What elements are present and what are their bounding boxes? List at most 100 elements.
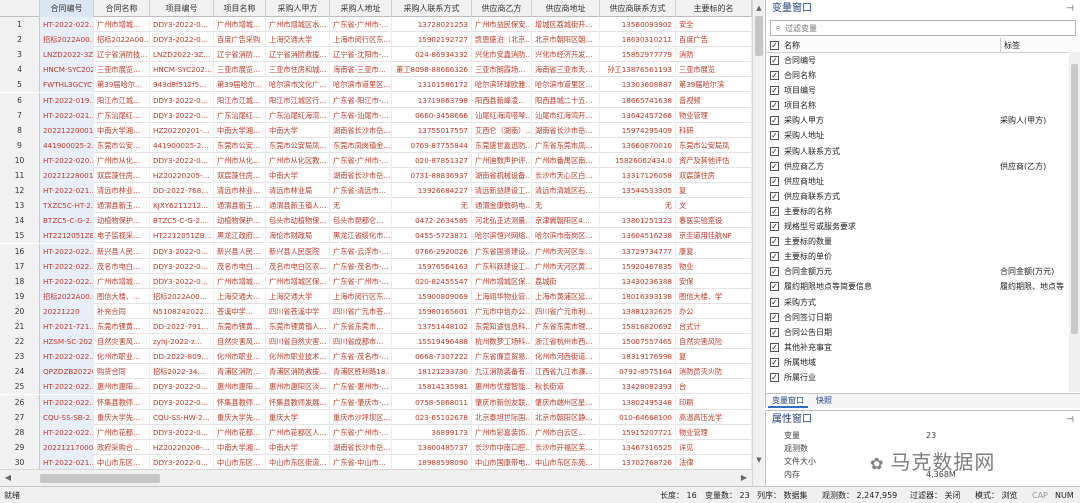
table-cell[interactable]: 广东汕尾红…	[94, 107, 150, 123]
table-cell[interactable]: 化州市河西街道…	[532, 349, 600, 365]
row-number[interactable]: 7	[0, 107, 40, 123]
table-cell[interactable]: 13467316525	[600, 439, 676, 455]
table-cell[interactable]: 购货合同	[94, 364, 150, 380]
variable-item[interactable]: ✓ 合同签订日期	[766, 310, 1080, 325]
table-cell[interactable]: 海南省-三亚市…	[330, 62, 392, 78]
variable-item[interactable]: ✓ 供应商乙方 供应商(乙方)	[766, 159, 1080, 174]
variable-checkbox[interactable]: ✓	[770, 312, 779, 322]
column-header[interactable]: 采购人甲方	[266, 0, 330, 17]
table-cell[interactable]: 惠州市惠阳…	[214, 379, 266, 395]
table-cell[interactable]: 13926684227	[392, 183, 472, 199]
table-cell[interactable]: 广东省-茂名市-…	[330, 349, 392, 365]
table-cell[interactable]: HZ20220201-…	[150, 122, 214, 138]
table-cell[interactable]: 政府采购合…	[94, 439, 150, 455]
horizontal-scroll-thumb[interactable]	[40, 474, 160, 483]
table-cell[interactable]: 秋长街道	[532, 379, 600, 395]
row-number[interactable]: 30	[0, 454, 40, 469]
table-cell[interactable]: 四川省广元市利…	[532, 303, 600, 319]
table-cell[interactable]: 010-64668100	[600, 409, 676, 425]
table-row[interactable]: 26 HT-2022-022… 怀集县教师… DDY3-2022-0… 怀集县教师… 怀集…	[0, 394, 763, 410]
table-row[interactable]: 16 HT-2022-022… 新兴县人民… DDY3-2022-0… 新兴县人民… 新兴…	[0, 243, 763, 259]
table-cell[interactable]: 东莞市锂黄镇人…	[266, 319, 330, 334]
table-cell[interactable]: 广州市天河区车…	[532, 243, 600, 259]
variable-list-scroll-thumb[interactable]	[1071, 64, 1078, 334]
table-cell[interactable]: DDY3-2022-0…	[150, 424, 214, 440]
table-cell[interactable]: HZSM-SC-202…	[40, 334, 94, 350]
table-cell[interactable]: 13729734777	[600, 243, 676, 259]
table-cell[interactable]: 兴化市经济开发…	[532, 47, 600, 63]
row-number[interactable]: 9	[0, 137, 40, 153]
variable-item[interactable]: ✓ 供应商地址	[766, 174, 1080, 189]
row-number[interactable]: 17	[0, 258, 40, 274]
table-cell[interactable]: 资产及其他评估	[676, 152, 752, 168]
variable-item[interactable]: ✓ 规格型号或服务要求	[766, 219, 1080, 234]
table-row[interactable]: 25 HT-2022-022… 惠州市惠阳… DDY3-2022-0… 惠州市惠阳… 惠州…	[0, 379, 763, 395]
table-cell[interactable]: 阳西县城二十五…	[532, 92, 600, 108]
table-cell[interactable]: 消防员灭火防	[676, 364, 752, 380]
table-cell[interactable]: 广东省-清远市…	[330, 183, 392, 199]
variable-checkbox[interactable]: ✓	[770, 267, 779, 277]
table-cell[interactable]: 广州市天河区黄…	[532, 258, 600, 274]
row-number-header[interactable]	[0, 0, 40, 17]
table-cell[interactable]: 音视频	[676, 92, 752, 108]
table-cell[interactable]: 13660870010	[600, 137, 676, 153]
table-cell[interactable]: 中山市东区街道…	[266, 454, 330, 469]
table-cell[interactable]: 惠州市优搜智能…	[472, 379, 532, 395]
table-cell[interactable]: 0668-7307222	[392, 349, 472, 365]
table-cell[interactable]: 春医实验室设	[676, 213, 752, 229]
table-cell[interactable]: HT2212051ZB…	[150, 228, 214, 244]
table-cell[interactable]: 中山市东区东苑…	[532, 454, 600, 469]
table-cell[interactable]: 海南省三亚市天…	[532, 62, 600, 78]
table-cell[interactable]: 13719863798	[392, 92, 472, 108]
table-cell[interactable]: 18319176998	[600, 349, 676, 365]
table-cell[interactable]: 广州市从化区教…	[266, 152, 330, 168]
variable-item[interactable]: ✓ 合同名称	[766, 68, 1080, 83]
variable-checkbox[interactable]: ✓	[770, 146, 779, 156]
table-row[interactable]: 5 FWTHL3GCYC… 第39届哈尔… 943d8f512f5… 第39届哈尔… 哈尔…	[0, 77, 763, 93]
table-row[interactable]: 13 TXZC5C-HT-2… 通渭县新玉… KJXY6211212… 通渭县新玉… 通渭…	[0, 198, 763, 214]
table-cell[interactable]: 长沙市天心区白…	[532, 168, 600, 183]
column-header[interactable]: 主要标的名	[676, 0, 752, 17]
table-cell[interactable]: 18988598090	[392, 454, 472, 469]
row-number[interactable]: 13	[0, 198, 40, 214]
table-cell[interactable]: 13800485737	[392, 439, 472, 455]
vertical-scroll-thumb[interactable]	[755, 16, 763, 56]
table-cell[interactable]: 茂名市电白区农…	[266, 258, 330, 274]
variable-item[interactable]: ✓ 采购人甲方 采购人(甲方)	[766, 113, 1080, 128]
row-number[interactable]: 19	[0, 288, 40, 304]
table-cell[interactable]: LNZD2022-3Z…	[40, 47, 94, 63]
table-cell[interactable]: 无	[600, 198, 676, 214]
table-cell[interactable]: 重庆大学	[266, 409, 330, 425]
table-cell[interactable]: 青浦区胜利路18…	[330, 364, 392, 380]
table-cell[interactable]: 三亚市展览	[676, 62, 752, 78]
table-cell[interactable]: 广东省-云浮市-…	[330, 243, 392, 259]
row-number[interactable]: 11	[0, 168, 40, 183]
row-number[interactable]: 6	[0, 92, 40, 108]
variable-list-scrollbar[interactable]	[1069, 52, 1080, 392]
table-row[interactable]: 24QPZDZB20220…购货合同招标2022-34…青浦区消防…青浦区消防救…	[0, 364, 763, 380]
table-cell[interactable]: 重庆大学先…	[94, 409, 150, 425]
table-cell[interactable]: HT-2022-020…	[40, 152, 94, 168]
table-cell[interactable]: DDY3-2022-0…	[150, 379, 214, 395]
table-cell[interactable]: 东莞知途信息科…	[472, 319, 532, 334]
table-cell[interactable]: 13728021253	[392, 17, 472, 32]
table-cell[interactable]: 中山市国康带电…	[472, 454, 532, 469]
table-row[interactable]: 10 HT-2022-020… 广州市从化… DDY3-2022-0… 广州市从化… 广州…	[0, 152, 763, 168]
table-cell[interactable]: 包头市动植物保…	[266, 213, 330, 229]
table-cell[interactable]: 广东省-惠州市-…	[330, 379, 392, 395]
table-cell[interactable]: 京津冀朝阳区4…	[532, 213, 600, 229]
table-cell[interactable]: 13544533305	[600, 183, 676, 199]
table-row[interactable]: 9 441900025-2… 东莞市公安… 441900025-2… 东莞市公安… 东莞市…	[0, 137, 763, 153]
table-cell[interactable]: 自然灾害风…	[214, 334, 266, 350]
table-row[interactable]: 3LNZD2022-3Z…辽宁省消防技…LNZD2022-3Z…辽宁省消防…辽宁…	[0, 47, 763, 63]
table-cell[interactable]: 13642457266	[600, 107, 676, 123]
table-cell[interactable]: BTZC5-C-G-2…	[150, 213, 214, 229]
table-cell[interactable]: 18630310211	[600, 32, 676, 48]
table-cell[interactable]: 清远新益建设工…	[472, 183, 532, 199]
row-number[interactable]: 8	[0, 122, 40, 138]
variable-item[interactable]: ✓ 合同公告日期	[766, 325, 1080, 340]
table-cell[interactable]: 化州市职业…	[94, 349, 150, 365]
table-cell[interactable]: 哈尔滨市文化广…	[266, 77, 330, 93]
table-cell[interactable]: DDY3-2022-0…	[150, 454, 214, 469]
table-cell[interactable]: 清远市清城区石…	[532, 183, 600, 199]
